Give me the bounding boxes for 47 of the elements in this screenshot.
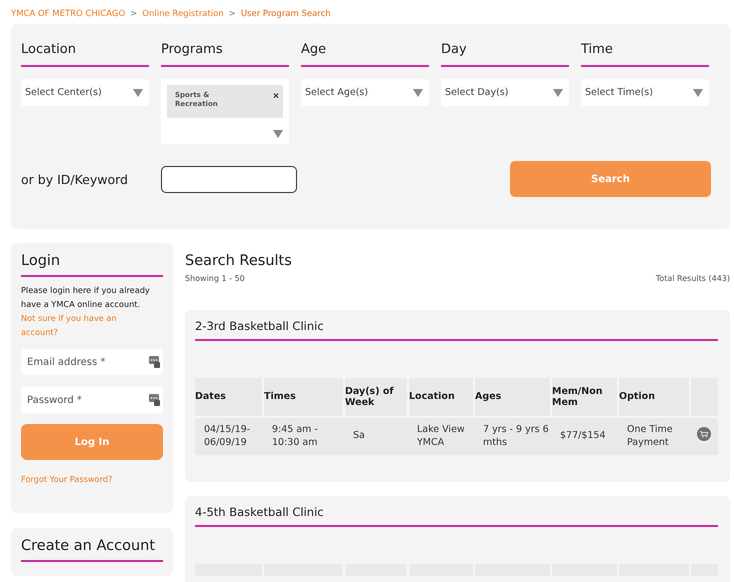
table-cell: 7 yrs - 9 yrs 6 mths bbox=[474, 417, 551, 455]
column-header: Option bbox=[618, 378, 690, 417]
program-title: 4-5th Basketball Clinic bbox=[195, 505, 718, 527]
filter-label: Location bbox=[21, 42, 149, 67]
column-header: Times bbox=[263, 378, 344, 417]
table-cell: $77/$154 bbox=[551, 417, 618, 455]
login-field[interactable]: Email address * bbox=[21, 349, 163, 375]
column-header: Dates bbox=[195, 378, 263, 417]
cart-icon[interactable] bbox=[697, 427, 711, 442]
caret-icon bbox=[413, 88, 423, 96]
results-title: Search Results bbox=[185, 253, 293, 269]
breadcrumb-separator: > bbox=[228, 9, 236, 21]
caret-icon bbox=[693, 88, 703, 96]
column-header: Location bbox=[408, 378, 474, 417]
filter-select[interactable]: Select Time(s) bbox=[581, 79, 709, 106]
keyword-field[interactable] bbox=[161, 166, 297, 192]
table-cell: One Time Payment bbox=[618, 417, 690, 455]
total-count: Total Results (443) bbox=[656, 274, 730, 283]
table-cell: 04/15/19-06/09/19 bbox=[195, 417, 263, 455]
key-icon bbox=[149, 394, 160, 406]
breadcrumb-current: User Program Search bbox=[240, 9, 331, 21]
remove-tag-button[interactable]: × bbox=[273, 91, 279, 103]
column-header: Ages bbox=[474, 378, 551, 417]
breadcrumb-separator: > bbox=[130, 9, 138, 21]
caret-icon bbox=[273, 130, 283, 138]
card-title: Create an Account bbox=[21, 538, 163, 562]
filter-select[interactable]: Select Center(s) bbox=[21, 79, 149, 106]
filter-label: Time bbox=[581, 42, 709, 67]
login-text: Please login here if you already have a YMCA online account. bbox=[21, 284, 151, 311]
filter-select[interactable]: Select Age(s) bbox=[301, 79, 429, 106]
filter-label: Day bbox=[441, 42, 569, 67]
filter-select[interactable]: Select Day(s) bbox=[441, 79, 569, 106]
table-cell: 9:45 am - 10:30 am bbox=[263, 417, 344, 455]
showing-count: Showing 1 - 50 bbox=[185, 274, 245, 283]
keyword-label: or by ID/Keyword bbox=[21, 172, 129, 186]
column-header: Day(s) of Week bbox=[344, 378, 408, 417]
column-header: Mem/Non Mem bbox=[551, 378, 618, 417]
card-title: Login bbox=[21, 253, 163, 277]
filter-label: Programs bbox=[161, 42, 289, 67]
program-title: 2-3rd Basketball Clinic bbox=[195, 319, 718, 341]
table-cell: Sa bbox=[344, 417, 408, 455]
table-cell: Lake View YMCA bbox=[408, 417, 474, 455]
filter-label: Age bbox=[301, 42, 429, 67]
login-field[interactable]: Password * bbox=[21, 387, 163, 413]
caret-icon bbox=[553, 88, 563, 96]
key-icon bbox=[149, 356, 160, 368]
caret-icon bbox=[133, 88, 143, 96]
